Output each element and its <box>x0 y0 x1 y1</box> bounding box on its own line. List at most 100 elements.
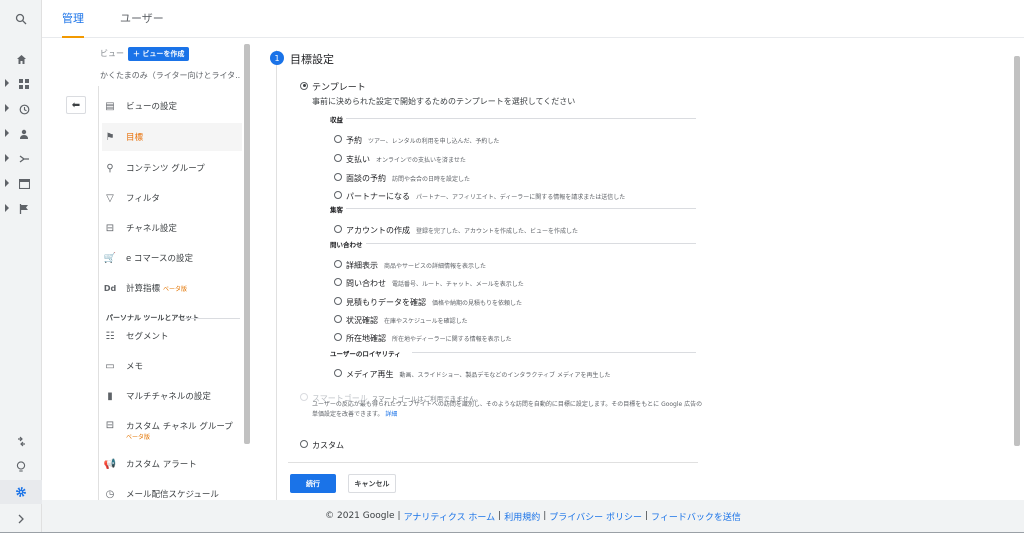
goal-template-option[interactable]: 見積もりデータを確認 価格や納期の見積もりを依頼した <box>334 290 522 309</box>
step-connector <box>276 50 277 500</box>
gear-icon[interactable] <box>0 480 42 504</box>
goal-template-option[interactable]: 所在地確認 所在地やディーラーに関する情報を表示した <box>334 326 512 345</box>
clock-icon[interactable] <box>0 98 42 120</box>
footer-link-privacy[interactable]: プライバシー ポリシー <box>549 510 642 523</box>
menu-item-filters[interactable]: ▽ フィルタ <box>102 184 242 212</box>
goal-template-option[interactable]: メディア再生 動画、スライドショー、製品デモなどのインタラクティブ メディアを再生… <box>334 362 611 381</box>
page-footer: © 2021 Google | アナリティクス ホーム | 利用規約 | プライ… <box>42 500 1024 532</box>
goal-template-option[interactable]: 面談の予約 訪問や会合の日時を設定した <box>334 166 470 185</box>
filter-icon: ▽ <box>106 192 114 204</box>
menu-item-label: e コマースの設定 <box>126 254 194 264</box>
goal-template-option[interactable]: 支払い オンラインでの支払いを済ませた <box>334 147 466 166</box>
goal-setup-panel: 1 目標設定 テンプレート 事前に決められた設定で開始するためのテンプレートを選… <box>260 38 1020 500</box>
menu-item-annotations[interactable]: ▭ メモ <box>102 352 242 380</box>
option-description: 商品やサービスの詳細情報を表示した <box>384 263 487 270</box>
acquisition-icon[interactable] <box>0 148 42 170</box>
radio-button[interactable] <box>334 332 342 341</box>
custom-radio[interactable]: カスタム <box>300 433 344 452</box>
menu-item-label: メモ <box>126 362 144 372</box>
main-scrollbar[interactable] <box>1014 56 1020 446</box>
section-divider <box>182 318 240 319</box>
template-radio[interactable]: テンプレート <box>300 75 366 94</box>
megaphone-icon: 📢 <box>103 458 117 470</box>
expand-icon[interactable] <box>0 508 42 530</box>
learn-more-link[interactable]: 詳細 <box>385 411 397 418</box>
menu-item-ecommerce[interactable]: 🛒 e コマースの設定 <box>102 244 242 272</box>
menu-item-custom-channel-grouping[interactable]: ⊟ カスタム チャネル グループ ベータ版 <box>102 414 242 448</box>
template-intro: 事前に決められた設定で開始するためのテンプレートを選択してください <box>312 97 576 106</box>
step-number-badge: 1 <box>270 51 284 65</box>
admin-column-scrollbar[interactable] <box>244 44 250 444</box>
footer-separator: | <box>498 511 502 521</box>
home-icon[interactable] <box>0 48 42 70</box>
radio-button[interactable] <box>334 259 342 268</box>
option-description: 価格や納期の見積もりを依頼した <box>432 300 523 307</box>
tab-user[interactable]: ユーザー <box>120 10 164 36</box>
radio-checked[interactable] <box>300 81 308 90</box>
menu-item-goals[interactable]: ⚑ 目標 <box>102 123 242 151</box>
goal-template-option[interactable]: アカウントの作成 登録を完了した、アカウントを作成した、ビューを作成した <box>334 218 578 237</box>
radio-disabled <box>300 392 308 401</box>
bar-chart-icon: ▮ <box>107 390 113 402</box>
bottom-edge <box>0 532 1024 538</box>
menu-item-content-grouping[interactable]: ⚲ コンテンツ グループ <box>102 154 242 182</box>
menu-item-label: コンテンツ グループ <box>126 164 205 174</box>
radio-button[interactable] <box>334 153 342 162</box>
menu-item-label: マルチチャネルの設定 <box>126 392 211 402</box>
conversion-flag-icon[interactable] <box>0 198 42 220</box>
view-selector[interactable]: かくたまのみ（ライター向けとライタ.. <box>100 70 240 81</box>
radio-button[interactable] <box>334 172 342 181</box>
cancel-button[interactable]: キャンセル <box>348 474 396 493</box>
goal-template-option[interactable]: 予約 ツアー、レンタルの利用を申し込んだ、予約した <box>334 128 499 147</box>
category-heading: 収益 <box>330 116 343 124</box>
back-arrow-icon[interactable]: ⬅ <box>66 96 86 114</box>
continue-button[interactable]: 続行 <box>290 474 336 493</box>
menu-item-segments[interactable]: ☷ セグメント <box>102 322 242 350</box>
search-icon[interactable] <box>0 8 42 30</box>
tab-admin[interactable]: 管理 <box>62 10 84 38</box>
menu-item-label: チャネル設定 <box>126 224 177 234</box>
dd-icon: Dd <box>103 283 117 293</box>
radio-button[interactable] <box>334 134 342 143</box>
view-label: ビュー <box>100 49 124 58</box>
option-label: アカウントの作成 <box>346 226 410 235</box>
menu-item-channel-settings[interactable]: ⊟ チャネル設定 <box>102 214 242 242</box>
menu-item-custom-alerts[interactable]: 📢 カスタム アラート <box>102 450 242 478</box>
goal-template-option[interactable]: 状況確認 在庫やスケジュールを確認した <box>334 308 468 327</box>
beta-badge: ベータ版 <box>163 285 188 293</box>
category-divider <box>346 208 696 209</box>
goal-template-option[interactable]: パートナーになる パートナー、アフィリエイト、ディーラーに関する情報を請求または送… <box>334 184 625 203</box>
share-icon[interactable] <box>0 430 42 452</box>
left-nav-rail <box>0 0 42 538</box>
menu-item-multichannel[interactable]: ▮ マルチチャネルの設定 <box>102 382 242 410</box>
category-heading: ユーザーのロイヤリティ <box>330 350 401 358</box>
smart-goal-help: ユーザーの反応が最も得られたウェブサイトへの訪問を識別し、そのような訪問を自動的… <box>312 400 707 420</box>
person-icon[interactable] <box>0 123 42 145</box>
dashboard-icon[interactable] <box>0 73 42 95</box>
lightbulb-icon[interactable] <box>0 456 42 478</box>
content-group-icon: ⚲ <box>106 162 114 174</box>
menu-item-label: メール配信スケジュール <box>126 490 219 500</box>
menu-item-calculated-metrics[interactable]: Dd 計算指標 ベータ版 <box>102 274 242 302</box>
goal-template-option[interactable]: 問い合わせ 電話番号、ルート、チャット、メールを表示した <box>334 271 524 290</box>
option-description: 登録を完了した、アカウントを作成した、ビューを作成した <box>416 228 579 235</box>
behavior-icon[interactable] <box>0 173 42 195</box>
create-view-button[interactable]: ＋ ビューを作成 <box>128 47 190 61</box>
option-label: 面談の予約 <box>346 174 386 183</box>
menu-item-label: セグメント <box>126 332 169 342</box>
radio-button[interactable] <box>334 277 342 286</box>
top-tab-bar: 管理 ユーザー <box>42 0 1024 38</box>
radio-button[interactable] <box>334 314 342 323</box>
footer-link-terms[interactable]: 利用規約 <box>504 510 540 523</box>
radio-button[interactable] <box>300 439 308 448</box>
radio-button[interactable] <box>334 296 342 305</box>
radio-button[interactable] <box>334 190 342 199</box>
menu-item-view-settings[interactable]: ▤ ビューの設定 <box>102 92 242 120</box>
radio-button[interactable] <box>334 368 342 377</box>
footer-link-home[interactable]: アナリティクス ホーム <box>404 510 496 523</box>
footer-link-feedback[interactable]: フィードバックを送信 <box>651 510 741 523</box>
radio-button[interactable] <box>334 224 342 233</box>
goal-template-option[interactable]: 詳細表示 商品やサービスの詳細情報を表示した <box>334 253 486 272</box>
custom-channel-icon: ⊟ <box>105 420 115 431</box>
option-label: パートナーになる <box>346 192 410 201</box>
